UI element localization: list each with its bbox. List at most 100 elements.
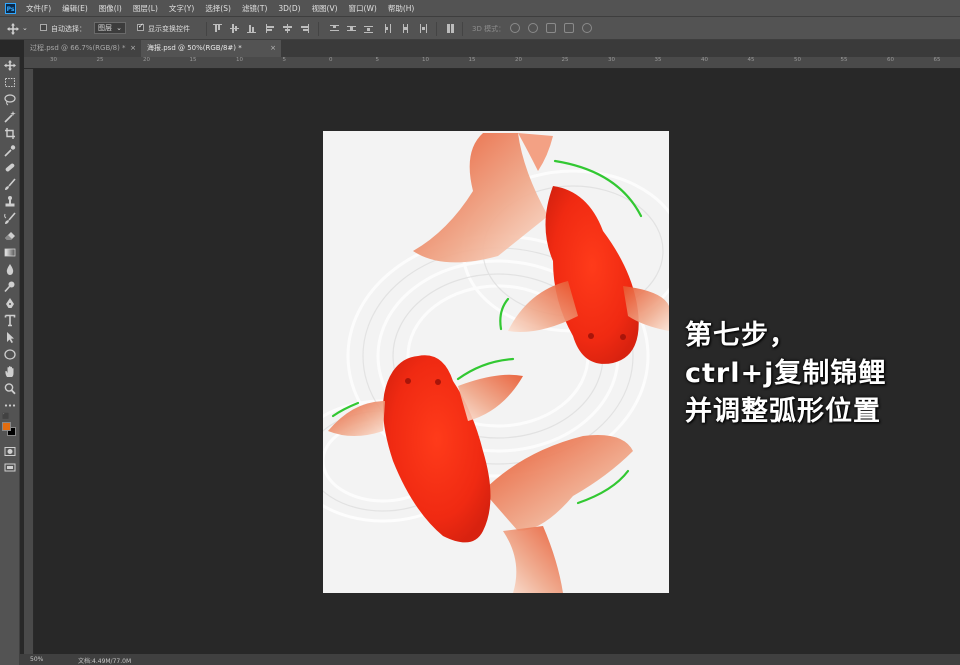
menu-file[interactable]: 文件(F) — [26, 3, 51, 14]
menu-type[interactable]: 文字(Y) — [169, 3, 194, 14]
3d-pan-icon[interactable] — [546, 23, 556, 33]
ruler-tick-label: 45 — [747, 57, 755, 63]
document-size-info[interactable]: 文档:4.49M/77.0M — [78, 656, 131, 665]
auto-select-target-dropdown[interactable]: 图层 ⌄ — [94, 22, 126, 34]
vertical-ruler[interactable] — [24, 69, 34, 654]
photoshop-logo-icon[interactable]: Ps — [5, 2, 16, 14]
gradient-icon[interactable] — [3, 246, 17, 259]
3d-slide-icon[interactable] — [564, 23, 574, 33]
tutorial-step-caption: 第七步， ctrl+j复制锦鲤 并调整弧形位置 — [685, 317, 955, 431]
auto-select-label: 自动选择： — [51, 25, 86, 33]
dodge-icon[interactable] — [3, 280, 17, 293]
menu-select[interactable]: 选择(S) — [205, 3, 231, 14]
menu-filter[interactable]: 滤镜(T) — [242, 3, 267, 14]
move-tool-icon[interactable] — [7, 23, 19, 35]
ruler-tick-label: 50 — [794, 57, 801, 63]
ruler-tick-label: 15 — [189, 57, 197, 63]
ruler-tick-label: 5 — [282, 57, 287, 63]
separator — [462, 22, 463, 36]
brush-icon[interactable] — [3, 178, 17, 191]
distribute-vertical-center-icon[interactable] — [347, 24, 356, 33]
distribute-bottom-icon[interactable] — [364, 24, 373, 33]
ellipse-icon[interactable] — [3, 348, 17, 361]
document-canvas[interactable] — [323, 131, 669, 593]
caption-line-2: ctrl+j复制锦鲤 — [685, 358, 887, 389]
eraser-icon[interactable] — [3, 229, 17, 242]
distribute-right-icon[interactable] — [418, 24, 427, 33]
marquee-icon[interactable] — [3, 76, 17, 89]
show-transform-controls-label: 显示变换控件 — [148, 25, 190, 33]
close-icon[interactable]: × — [130, 40, 136, 57]
caption-line-3: 并调整弧形位置 — [685, 396, 881, 427]
options-bar: ⌄ 自动选择： 图层⌄ 显示变换控件 3D 模式： — [0, 16, 960, 40]
menu-edit[interactable]: 编辑(E) — [62, 3, 88, 14]
default-colors-icon[interactable]: ⬛ — [2, 413, 9, 420]
ruler-tick-label: 30 — [608, 57, 615, 63]
align-right-icon[interactable] — [300, 24, 309, 33]
menu-3d[interactable]: 3D(D) — [278, 4, 300, 13]
hand-icon[interactable] — [3, 365, 17, 378]
document-tab-bar: 过程.psd @ 66.7%(RGB/8) * × 海报.psd @ 50%(RG… — [24, 40, 960, 57]
separator — [436, 22, 437, 36]
auto-select-checkbox[interactable] — [40, 24, 47, 31]
pen-icon[interactable] — [3, 297, 17, 310]
crop-icon[interactable] — [3, 127, 17, 140]
tools-panel: ⬛ — [0, 57, 20, 665]
distribute-horizontal-center-icon[interactable] — [401, 24, 410, 33]
menu-bar: Ps 文件(F) 编辑(E) 图像(I) 图层(L) 文字(Y) 选择(S) 滤… — [0, 0, 960, 16]
path-selection-icon[interactable] — [3, 331, 17, 344]
tab-poster-document[interactable]: 海报.psd @ 50%(RGB/8#) * × — [141, 40, 281, 57]
ruler-tick-label: 35 — [654, 57, 662, 63]
menu-image[interactable]: 图像(I) — [99, 3, 122, 14]
distribute-left-icon[interactable] — [384, 24, 393, 33]
tab-label: 海报.psd @ 50%(RGB/8#) * — [147, 44, 242, 52]
align-vertical-center-icon[interactable] — [230, 24, 239, 33]
ruler-tick-label: 25 — [96, 57, 104, 63]
healing-brush-icon[interactable] — [3, 161, 17, 174]
ruler-tick-label: 60 — [887, 57, 894, 63]
menu-view[interactable]: 视图(V) — [312, 3, 338, 14]
ruler-tick-label: 40 — [701, 57, 708, 63]
3d-orbit-icon[interactable] — [510, 23, 520, 33]
menu-help[interactable]: 帮助(H) — [388, 3, 415, 14]
ruler-tick-label: 30 — [50, 57, 57, 63]
ruler-tick-label: 65 — [933, 57, 941, 63]
clone-stamp-icon[interactable] — [3, 195, 17, 208]
ruler-tick-label: 10 — [422, 57, 429, 63]
align-bottom-icon[interactable] — [247, 24, 256, 33]
eyedropper-icon[interactable] — [3, 144, 17, 157]
menu-layer[interactable]: 图层(L) — [133, 3, 158, 14]
close-icon[interactable]: × — [270, 40, 276, 57]
zoom-icon[interactable] — [3, 382, 17, 395]
menu-window[interactable]: 窗口(W) — [349, 3, 377, 14]
separator — [318, 22, 319, 36]
distribute-top-icon[interactable] — [330, 24, 339, 33]
history-brush-icon[interactable] — [3, 212, 17, 225]
blur-icon[interactable] — [3, 263, 17, 276]
zoom-level[interactable]: 50% — [30, 656, 43, 663]
quick-mask-icon[interactable] — [3, 445, 17, 458]
tab-label: 过程.psd @ 66.7%(RGB/8) * — [30, 44, 126, 52]
koi-poster-artwork — [323, 133, 669, 593]
screen-mode-icon[interactable] — [3, 461, 17, 474]
ruler-tick-label: 55 — [840, 57, 848, 63]
auto-align-layers-icon[interactable] — [446, 24, 455, 33]
type-icon[interactable] — [3, 314, 17, 327]
ruler-tick-label: 20 — [143, 57, 150, 63]
horizontal-ruler[interactable]: 30 25 20 15 10 5 0 5 10 15 20 25 30 35 40 45 50 55 60 65 — [24, 57, 960, 69]
align-left-icon[interactable] — [266, 24, 275, 33]
ruler-tick-label: 0 — [329, 57, 333, 63]
move-icon[interactable] — [3, 59, 17, 72]
3d-scale-icon[interactable] — [582, 23, 592, 33]
foreground-color-swatch[interactable] — [2, 422, 11, 431]
align-horizontal-center-icon[interactable] — [283, 24, 292, 33]
more-icon[interactable] — [3, 399, 17, 412]
align-top-icon[interactable] — [213, 24, 222, 33]
show-transform-controls-checkbox[interactable] — [137, 22, 144, 31]
tab-process-document[interactable]: 过程.psd @ 66.7%(RGB/8) * × — [24, 40, 141, 57]
lasso-icon[interactable] — [3, 93, 17, 106]
magic-wand-icon[interactable] — [3, 110, 17, 123]
3d-roll-icon[interactable] — [528, 23, 538, 33]
ruler-tick-label: 10 — [236, 57, 243, 63]
tool-preset-chevron-icon[interactable]: ⌄ — [22, 24, 28, 32]
